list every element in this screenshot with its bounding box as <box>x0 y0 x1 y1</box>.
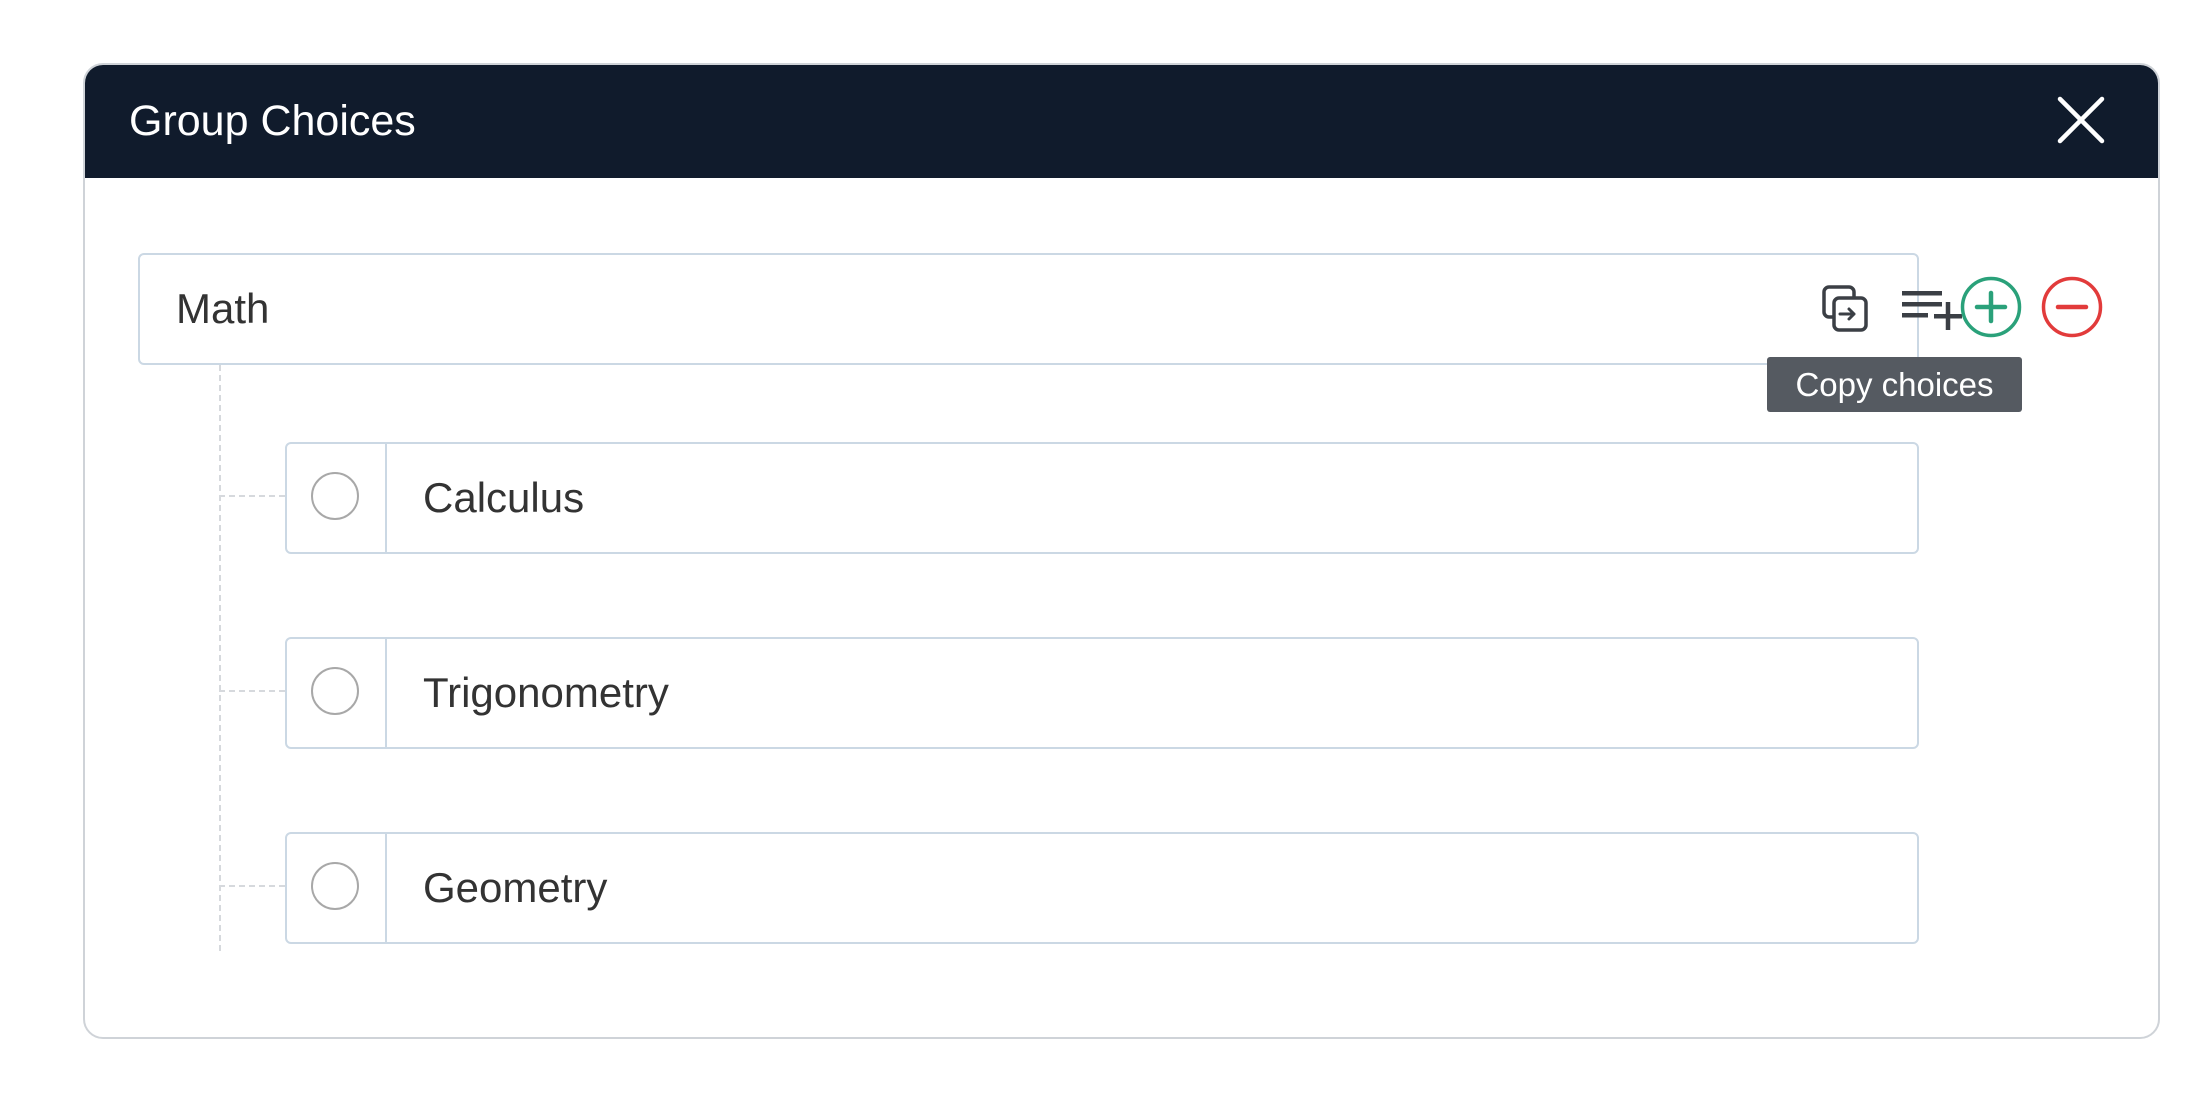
close-icon <box>2057 96 2105 144</box>
dialog-header: Group Choices <box>85 65 2158 178</box>
choice-radio[interactable] <box>311 862 359 910</box>
choice-radio-cell <box>287 444 387 552</box>
choice-label[interactable]: Calculus <box>423 444 584 552</box>
choice-row: Geometry <box>285 832 1919 944</box>
group-choices-dialog: Group Choices Math Copy choices Calculus… <box>83 63 2160 1039</box>
tree-connector-branch <box>219 690 285 692</box>
dialog-title: Group Choices <box>129 97 416 145</box>
plus-circle-icon <box>1960 276 2022 338</box>
choice-row: Calculus <box>285 442 1919 554</box>
copy-choices-button[interactable] <box>1818 283 1872 337</box>
minus-circle-icon <box>2041 276 2103 338</box>
choice-label[interactable]: Geometry <box>423 834 607 942</box>
close-button[interactable] <box>2050 89 2112 151</box>
group-name-field[interactable]: Math <box>138 253 1962 365</box>
add-group-button[interactable] <box>1959 275 2023 339</box>
remove-group-button[interactable] <box>2040 275 2104 339</box>
choice-radio[interactable] <box>311 472 359 520</box>
choice-radio[interactable] <box>311 667 359 715</box>
choice-radio-cell <box>287 639 387 747</box>
add-choices-list-button[interactable] <box>1900 283 1966 337</box>
playlist-add-icon <box>1902 291 1962 330</box>
tree-connector-vertical <box>219 365 221 951</box>
tree-connector-branch <box>219 495 285 497</box>
group-name-value: Math <box>176 285 270 332</box>
copy-choices-tooltip: Copy choices <box>1767 357 2022 412</box>
choice-radio-cell <box>287 834 387 942</box>
copy-choices-icon <box>1822 285 1868 332</box>
tree-connector-branch <box>219 885 285 887</box>
choice-row: Trigonometry <box>285 637 1919 749</box>
choice-label[interactable]: Trigonometry <box>423 639 669 747</box>
